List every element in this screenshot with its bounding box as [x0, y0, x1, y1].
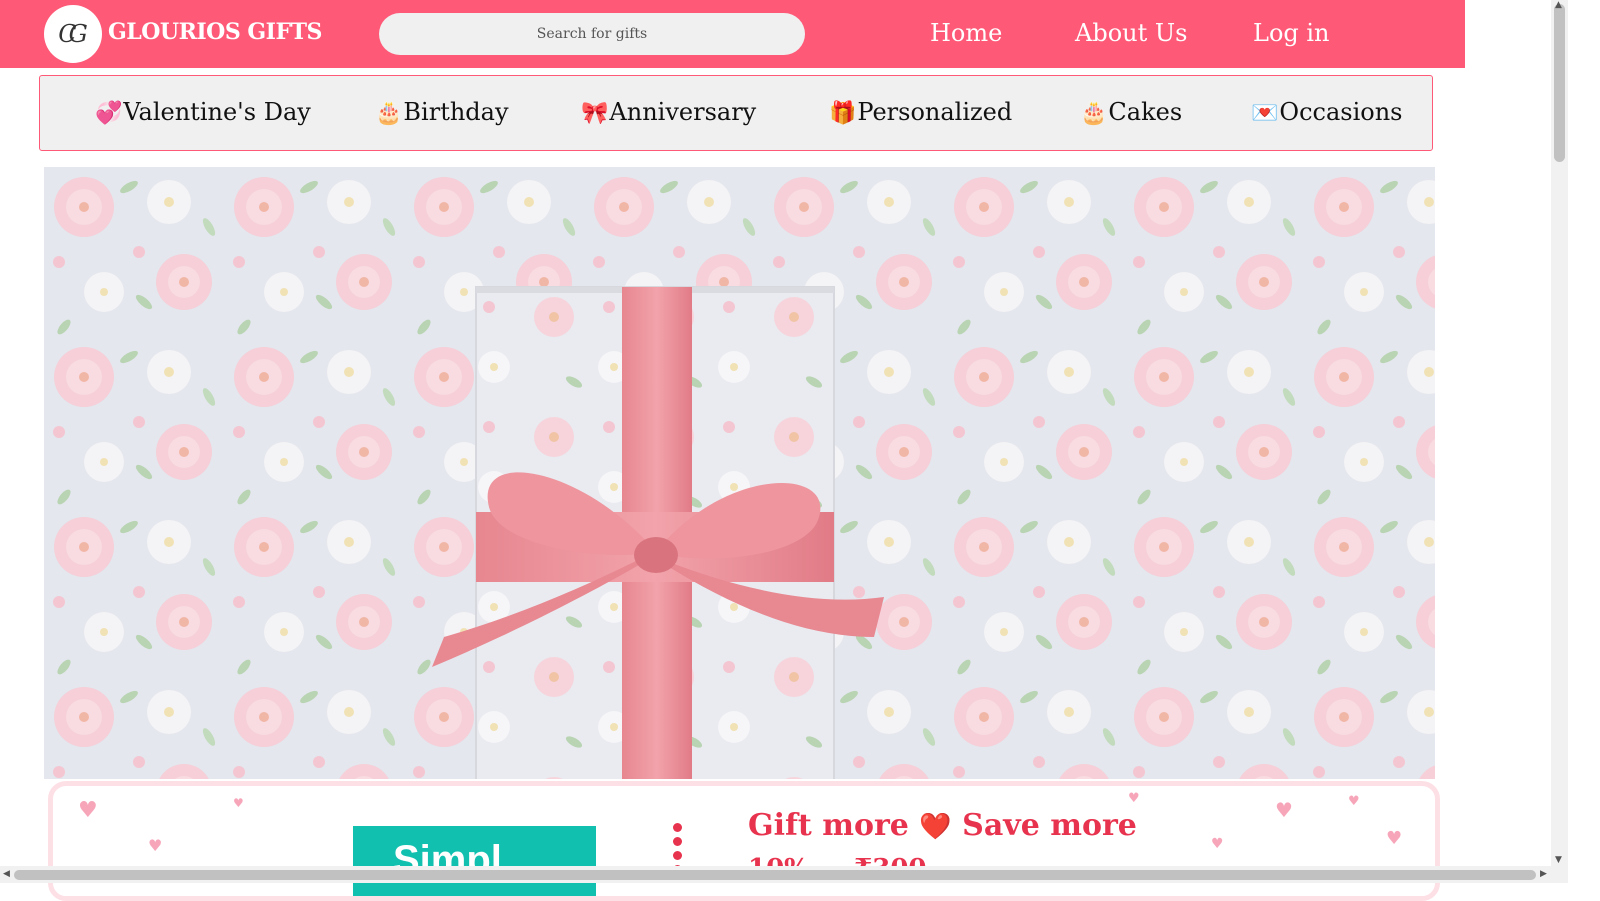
site-header: CG GLOURIOS GIFTS Home About Us Log in: [0, 0, 1465, 68]
promo-title: Gift more ❤️ Save more: [748, 808, 1137, 843]
heart-icon: ♥: [78, 798, 98, 823]
heart-icon: ♥: [1348, 794, 1360, 809]
simpl-logo: Simpl: [353, 826, 596, 896]
gift-icon: 🎁: [829, 101, 857, 126]
hero-banner-image: [44, 167, 1435, 779]
birthday-cake-icon: 🎂: [1080, 101, 1108, 126]
heart-icon: ♥: [1275, 798, 1293, 822]
category-label: Birthday: [403, 98, 509, 126]
promo-banner[interactable]: ♥ ♥ ♥ ♥ ♥ ♥ ♥ ♥ Simpl Gift more ❤️ Save …: [48, 781, 1440, 901]
heart-icon: ♥: [1128, 791, 1140, 806]
category-anniversary[interactable]: 🎀Anniversary: [581, 98, 756, 126]
love-letter-icon: 💌: [1251, 101, 1279, 126]
category-label: Occasions: [1279, 98, 1403, 126]
category-bar: 💞Valentine's Day 🎂Birthday 🎀Anniversary …: [39, 75, 1433, 151]
scroll-up-arrow-icon[interactable]: ▲: [1555, 0, 1562, 10]
vertical-scrollbar-thumb[interactable]: [1554, 4, 1565, 162]
category-valentines-day[interactable]: 💞Valentine's Day: [95, 98, 311, 126]
category-occasions[interactable]: 💌Occasions: [1251, 98, 1403, 126]
promo-title-part1: Gift more: [748, 808, 909, 843]
hero-illustration: [44, 167, 1435, 779]
scroll-right-arrow-icon[interactable]: ▶: [1540, 869, 1547, 879]
brand-name[interactable]: GLOURIOS GIFTS: [108, 19, 322, 45]
category-cakes[interactable]: 🎂Cakes: [1080, 98, 1182, 126]
nav-home-link[interactable]: Home: [930, 19, 1002, 47]
promo-title-part2: Save more: [962, 808, 1137, 843]
birthday-cake-icon: 🎂: [375, 101, 403, 126]
heart-icon: ♥: [148, 836, 163, 855]
ribbon-bow-icon: 🎀: [581, 101, 609, 126]
nav-login-link[interactable]: Log in: [1253, 19, 1330, 47]
category-label: Personalized: [857, 98, 1013, 126]
logo-monogram: CG: [58, 20, 87, 48]
heart-icon: ♥: [233, 796, 244, 810]
search-input[interactable]: [379, 13, 805, 55]
heart-icon: ♥: [1386, 828, 1403, 849]
horizontal-scrollbar-thumb[interactable]: [14, 870, 1536, 880]
nav-about-link[interactable]: About Us: [1075, 19, 1187, 47]
scroll-down-arrow-icon[interactable]: ▼: [1555, 855, 1562, 865]
red-heart-icon: ❤️: [919, 812, 952, 842]
revolving-hearts-icon: 💞: [95, 101, 123, 126]
category-personalized[interactable]: 🎁Personalized: [829, 98, 1012, 126]
category-birthday[interactable]: 🎂Birthday: [375, 98, 509, 126]
category-label: Anniversary: [609, 98, 757, 126]
category-label: Cakes: [1108, 98, 1183, 126]
brand-logo[interactable]: CG: [44, 5, 102, 63]
category-label: Valentine's Day: [123, 98, 311, 126]
heart-icon: ♥: [1211, 836, 1224, 852]
scroll-left-arrow-icon[interactable]: ◀: [3, 869, 10, 879]
